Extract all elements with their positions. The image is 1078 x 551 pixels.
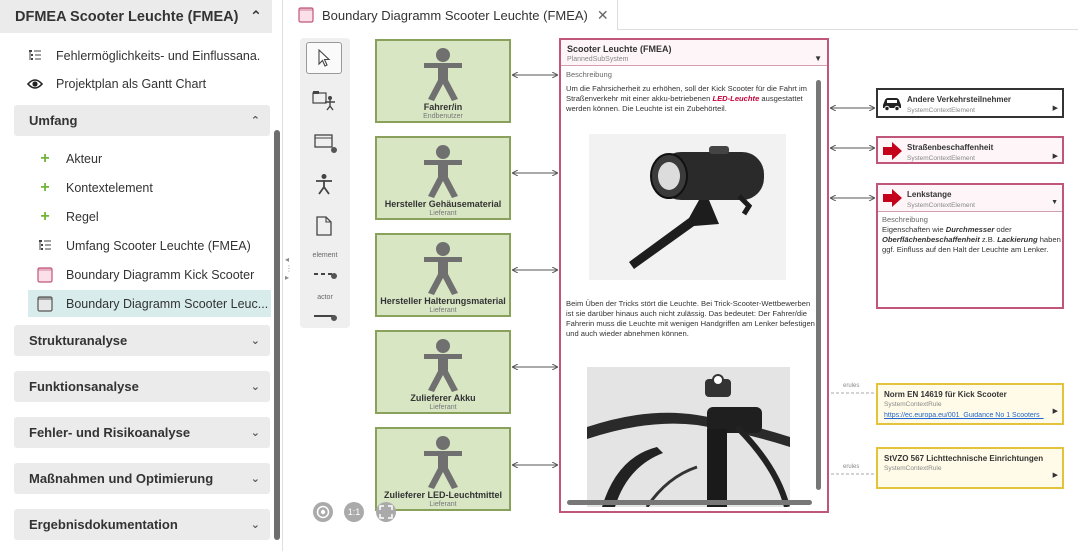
actor-name: Fahrer/in [423, 102, 463, 112]
actor-tool[interactable] [306, 168, 342, 200]
person-icon [424, 339, 462, 392]
rule-link[interactable]: https://ec.europa.eu/001_Guidance No 1 S… [884, 412, 1052, 419]
zoom-reset-button[interactable]: 1:1 [344, 502, 364, 522]
context-type: SystemContextElement [907, 107, 975, 114]
expand-icon [379, 505, 393, 519]
actor-led[interactable]: Zulieferer LED-Leuchtmittel Lieferant [375, 427, 511, 511]
car-icon [883, 98, 901, 112]
person-icon [424, 145, 462, 198]
actor-akku[interactable]: Zulieferer Akku Lieferant [375, 330, 511, 414]
actor-group-tool[interactable] [306, 84, 342, 116]
context-type: SystemContextElement [907, 202, 975, 209]
description-label: Beschreibung [566, 70, 612, 79]
subsystem-vertical-scrollbar[interactable] [816, 80, 821, 490]
actor-role: Lieferant [429, 501, 457, 508]
select-tool[interactable] [306, 42, 342, 74]
lamp-photo [589, 134, 786, 280]
red-arrow-icon [883, 189, 902, 207]
context-lenkstange[interactable]: Lenkstange SystemContextElement ▼ Beschr… [876, 183, 1064, 309]
context-strassenbeschaffenheit[interactable]: Straßenbeschaffenheit SystemContextEleme… [876, 136, 1064, 164]
box-tool[interactable] [306, 126, 342, 158]
caret-right-icon[interactable]: ▶ [1053, 471, 1058, 479]
caret-right-icon[interactable]: ▶ [1053, 407, 1058, 415]
rule-norm-en14619[interactable]: Norm EN 14619 für Kick Scooter SystemCon… [876, 383, 1064, 425]
rule-title: Norm EN 14619 für Kick Scooter [884, 390, 1007, 399]
rule-stvzo-567[interactable]: StVZO 567 Lichttechnische Einrichtungen … [876, 447, 1064, 489]
actor-icon [316, 174, 332, 195]
tool-dot [331, 315, 337, 321]
red-arrow-icon [883, 142, 902, 160]
actor-name: Zulieferer Akku [410, 393, 476, 403]
context-title: Straßenbeschaffenheit [907, 143, 994, 152]
caret-right-icon[interactable]: ▶ [1053, 104, 1058, 112]
description-text-2: Beim Üben der Tricks stört die Leuchte. … [566, 299, 815, 338]
context-type: SystemContextElement [907, 155, 975, 162]
actor-role: Lieferant [429, 404, 457, 411]
subsystem-header: Scooter Leuchte (FMEA) PlannedSubSystem … [561, 40, 827, 66]
actor-role: Endbenutzer [423, 113, 463, 120]
rule-edge-label: erules [843, 464, 860, 470]
subsystem-type: PlannedSubSystem [567, 56, 629, 63]
subsystem-horizontal-scrollbar[interactable] [567, 500, 812, 505]
context-andere-verkehrsteilnehmer[interactable]: Andere Verkehrsteilnehmer SystemContextE… [876, 88, 1064, 118]
subsystem-title: Scooter Leuchte (FMEA) [567, 44, 672, 54]
pointer-icon [318, 49, 331, 67]
person-icon [424, 242, 462, 295]
description-text-1: Um die Fahrsicherheit zu erhöhen, soll d… [566, 84, 807, 113]
actor-fahrer[interactable]: Fahrer/in Endbenutzer [375, 39, 511, 123]
caret-right-icon[interactable]: ▶ [1053, 152, 1058, 160]
actor-role: Lieferant [429, 307, 457, 314]
actor-name: Zulieferer LED-Leuchtmittel [383, 490, 502, 500]
actor-name: Hersteller Gehäusematerial [384, 199, 502, 209]
note-icon [316, 216, 332, 236]
target-icon [316, 505, 330, 519]
actor-role: Lieferant [429, 210, 457, 217]
actor-name: Hersteller Halterungsmaterial [380, 296, 506, 306]
context-description: Eigenschaften wie Durchmesser oder Oberf… [882, 225, 1061, 254]
actor-group-icon [312, 91, 335, 111]
rule-title: StVZO 567 Lichttechnische Einrichtungen [884, 454, 1044, 463]
person-icon [424, 48, 462, 101]
rule-type: SystemContextRule [884, 465, 942, 472]
tool-dot [331, 273, 337, 279]
center-view-button[interactable] [313, 502, 333, 522]
description-label: Beschreibung [882, 215, 928, 224]
rule-type: SystemContextRule [884, 401, 942, 408]
person-icon [424, 436, 462, 489]
handlebar-photo [587, 367, 790, 508]
fit-screen-button[interactable] [376, 502, 396, 522]
context-title: Lenkstange [907, 190, 952, 199]
rule-edge-label: erules [843, 383, 860, 389]
caret-down-icon[interactable]: ▼ [814, 54, 822, 63]
note-tool[interactable] [306, 210, 342, 242]
subsystem-scooter-leuchte[interactable]: Scooter Leuchte (FMEA) PlannedSubSystem … [559, 38, 829, 513]
actor-gehaeusematerial[interactable]: Hersteller Gehäusematerial Lieferant [375, 136, 511, 220]
tool-dot [331, 147, 337, 153]
caret-down-icon[interactable]: ▼ [1051, 199, 1058, 206]
context-title: Andere Verkehrsteilnehmer [907, 95, 1012, 104]
actor-halterungsmaterial[interactable]: Hersteller Halterungsmaterial Lieferant [375, 233, 511, 317]
